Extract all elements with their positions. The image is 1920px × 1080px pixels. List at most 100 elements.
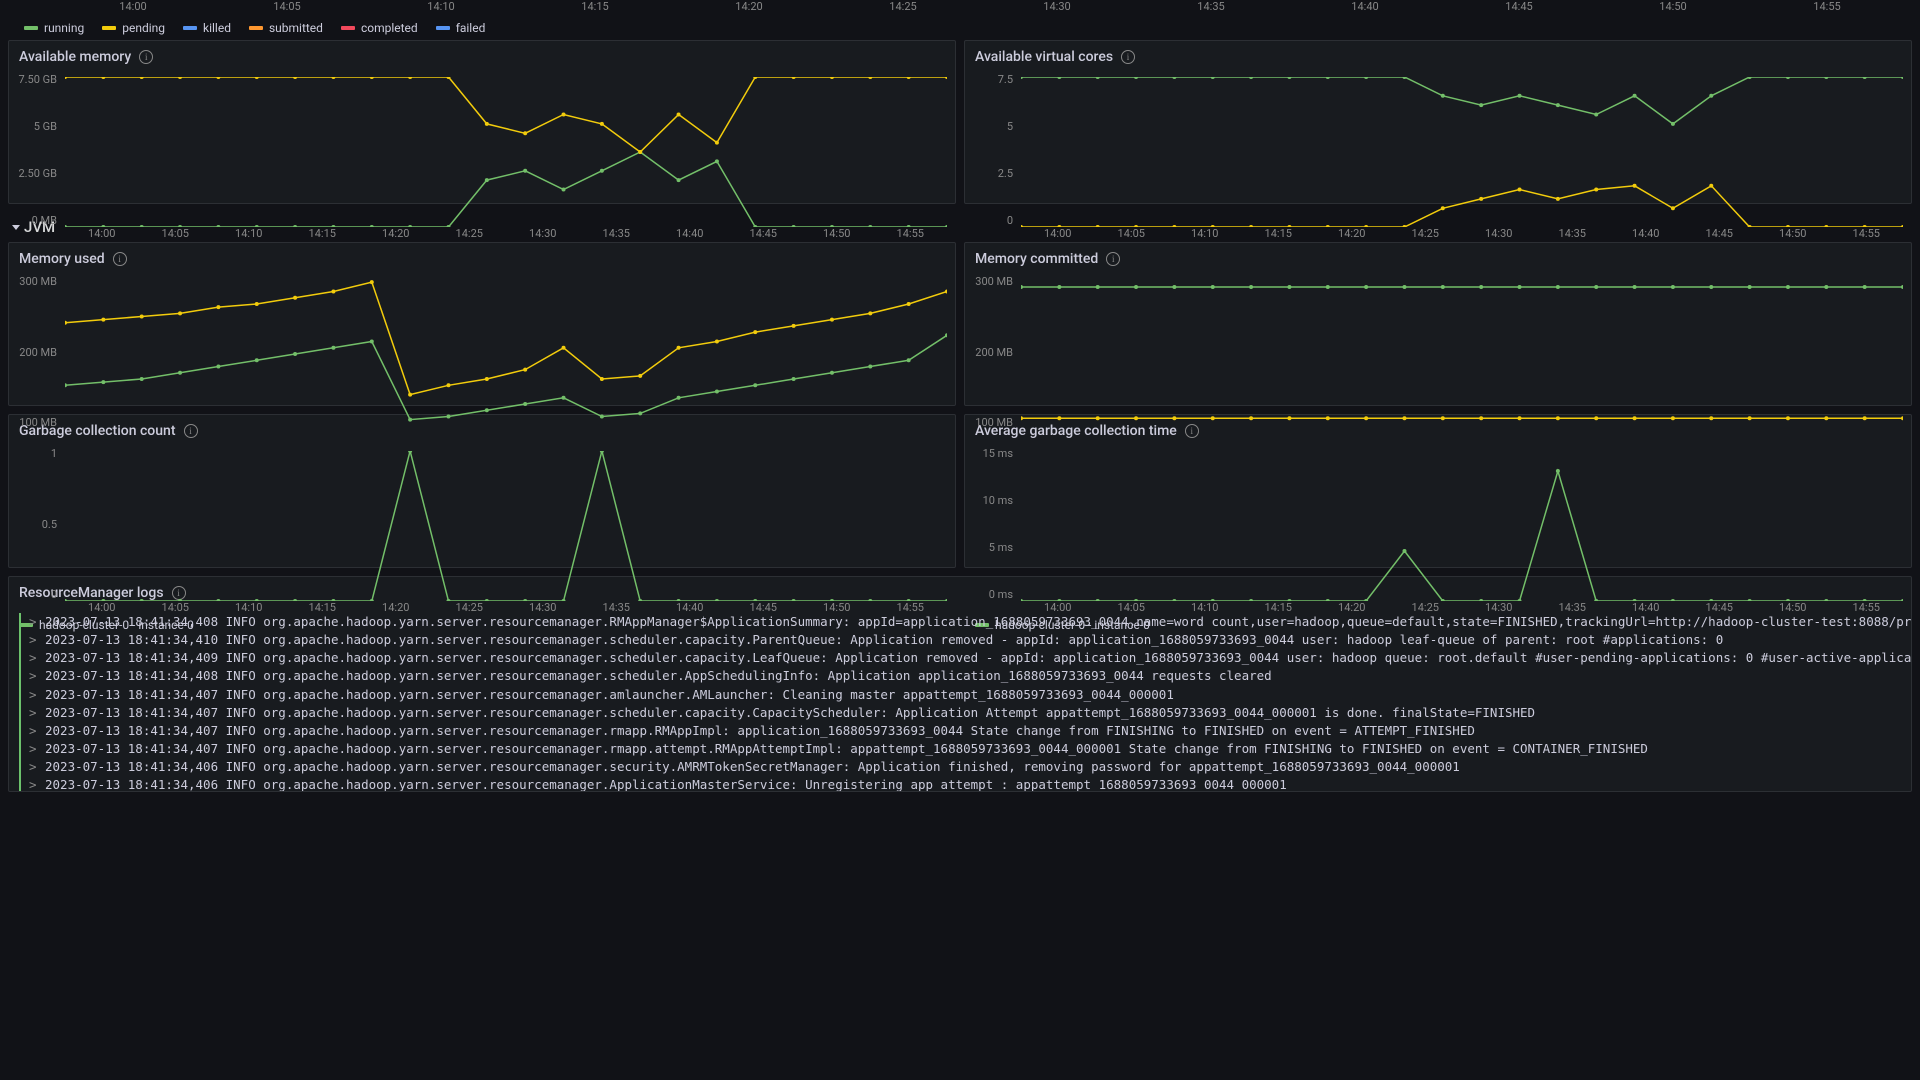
data-point[interactable] <box>1402 225 1406 227</box>
data-point[interactable] <box>1594 599 1598 601</box>
data-point[interactable] <box>1633 94 1637 98</box>
data-point[interactable] <box>562 396 566 400</box>
data-point[interactable] <box>1249 225 1253 227</box>
data-point[interactable] <box>1901 599 1903 601</box>
data-point[interactable] <box>638 150 642 154</box>
legend-item[interactable]: pending <box>102 21 165 35</box>
data-point[interactable] <box>1594 285 1598 289</box>
data-point[interactable] <box>408 77 412 79</box>
data-point[interactable] <box>1364 225 1368 227</box>
data-point[interactable] <box>945 599 947 601</box>
data-point[interactable] <box>1402 77 1406 79</box>
panel-header[interactable]: Memory used i <box>9 243 955 275</box>
data-point[interactable] <box>1172 225 1176 227</box>
data-point[interactable] <box>485 122 489 126</box>
data-point[interactable] <box>178 311 182 315</box>
data-point[interactable] <box>1556 416 1560 420</box>
data-point[interactable] <box>1172 285 1176 289</box>
data-point[interactable] <box>178 225 182 227</box>
data-point[interactable] <box>715 340 719 344</box>
data-point[interactable] <box>945 77 947 79</box>
data-point[interactable] <box>1901 225 1903 227</box>
panel-header[interactable]: Memory committed i <box>965 243 1911 275</box>
log-line[interactable]: >2023-07-13 18:41:34,408 INFO org.apache… <box>19 667 1901 685</box>
data-point[interactable] <box>600 415 604 419</box>
data-point[interactable] <box>293 599 297 601</box>
data-point[interactable] <box>1786 77 1790 79</box>
data-point[interactable] <box>65 321 67 325</box>
data-point[interactable] <box>753 599 757 601</box>
data-point[interactable] <box>1249 77 1253 79</box>
series-line[interactable] <box>1021 77 1903 124</box>
log-line[interactable]: >2023-07-13 18:41:34,406 INFO org.apache… <box>19 758 1901 776</box>
data-point[interactable] <box>1518 188 1522 192</box>
data-point[interactable] <box>562 599 566 601</box>
data-point[interactable] <box>216 365 220 369</box>
data-point[interactable] <box>792 324 796 328</box>
data-point[interactable] <box>101 225 105 227</box>
data-point[interactable] <box>1556 469 1560 473</box>
data-point[interactable] <box>1709 599 1713 601</box>
data-point[interactable] <box>523 368 527 372</box>
data-point[interactable] <box>446 599 450 601</box>
data-point[interactable] <box>1402 416 1406 420</box>
data-point[interactable] <box>1441 94 1445 98</box>
data-point[interactable] <box>677 178 681 182</box>
log-line[interactable]: >2023-07-13 18:41:34,407 INFO org.apache… <box>19 686 1901 704</box>
data-point[interactable] <box>1633 599 1637 601</box>
data-point[interactable] <box>1326 416 1330 420</box>
expand-caret-icon[interactable]: > <box>29 613 37 631</box>
data-point[interactable] <box>1901 77 1903 79</box>
data-point[interactable] <box>1402 285 1406 289</box>
data-point[interactable] <box>178 77 182 79</box>
data-point[interactable] <box>1326 225 1330 227</box>
expand-caret-icon[interactable]: > <box>29 758 37 776</box>
data-point[interactable] <box>370 77 374 79</box>
data-point[interactable] <box>868 77 872 79</box>
data-point[interactable] <box>523 169 527 173</box>
data-point[interactable] <box>1134 285 1138 289</box>
data-point[interactable] <box>1364 416 1368 420</box>
data-point[interactable] <box>331 77 335 79</box>
expand-caret-icon[interactable]: > <box>29 704 37 722</box>
data-point[interactable] <box>1096 285 1100 289</box>
series-line[interactable] <box>1021 471 1903 601</box>
data-point[interactable] <box>331 599 335 601</box>
data-point[interactable] <box>1479 197 1483 201</box>
data-point[interactable] <box>1211 77 1215 79</box>
data-point[interactable] <box>1441 285 1445 289</box>
data-point[interactable] <box>255 599 259 601</box>
series-line[interactable] <box>65 77 947 152</box>
legend-item[interactable]: failed <box>436 21 486 35</box>
expand-caret-icon[interactable]: > <box>29 631 37 649</box>
data-point[interactable] <box>715 159 719 163</box>
data-point[interactable] <box>1633 184 1637 188</box>
data-point[interactable] <box>1556 197 1560 201</box>
data-point[interactable] <box>1556 285 1560 289</box>
data-point[interactable] <box>1594 416 1598 420</box>
data-point[interactable] <box>1671 122 1675 126</box>
data-point[interactable] <box>140 315 144 319</box>
data-point[interactable] <box>255 358 259 362</box>
data-point[interactable] <box>562 188 566 192</box>
data-point[interactable] <box>101 380 105 384</box>
expand-caret-icon[interactable]: > <box>29 776 37 791</box>
data-point[interactable] <box>523 402 527 406</box>
data-point[interactable] <box>216 77 220 79</box>
data-point[interactable] <box>1824 285 1828 289</box>
expand-caret-icon[interactable]: > <box>29 740 37 758</box>
data-point[interactable] <box>907 599 911 601</box>
data-point[interactable] <box>1172 77 1176 79</box>
data-point[interactable] <box>562 346 566 350</box>
data-point[interactable] <box>715 390 719 394</box>
data-point[interactable] <box>1287 416 1291 420</box>
data-point[interactable] <box>216 305 220 309</box>
data-point[interactable] <box>255 302 259 306</box>
data-point[interactable] <box>1748 285 1752 289</box>
log-line[interactable]: >2023-07-13 18:41:34,409 INFO org.apache… <box>19 649 1901 667</box>
data-point[interactable] <box>293 296 297 300</box>
info-icon[interactable]: i <box>1106 252 1120 266</box>
data-point[interactable] <box>1863 285 1867 289</box>
data-point[interactable] <box>677 599 681 601</box>
data-point[interactable] <box>1824 599 1828 601</box>
